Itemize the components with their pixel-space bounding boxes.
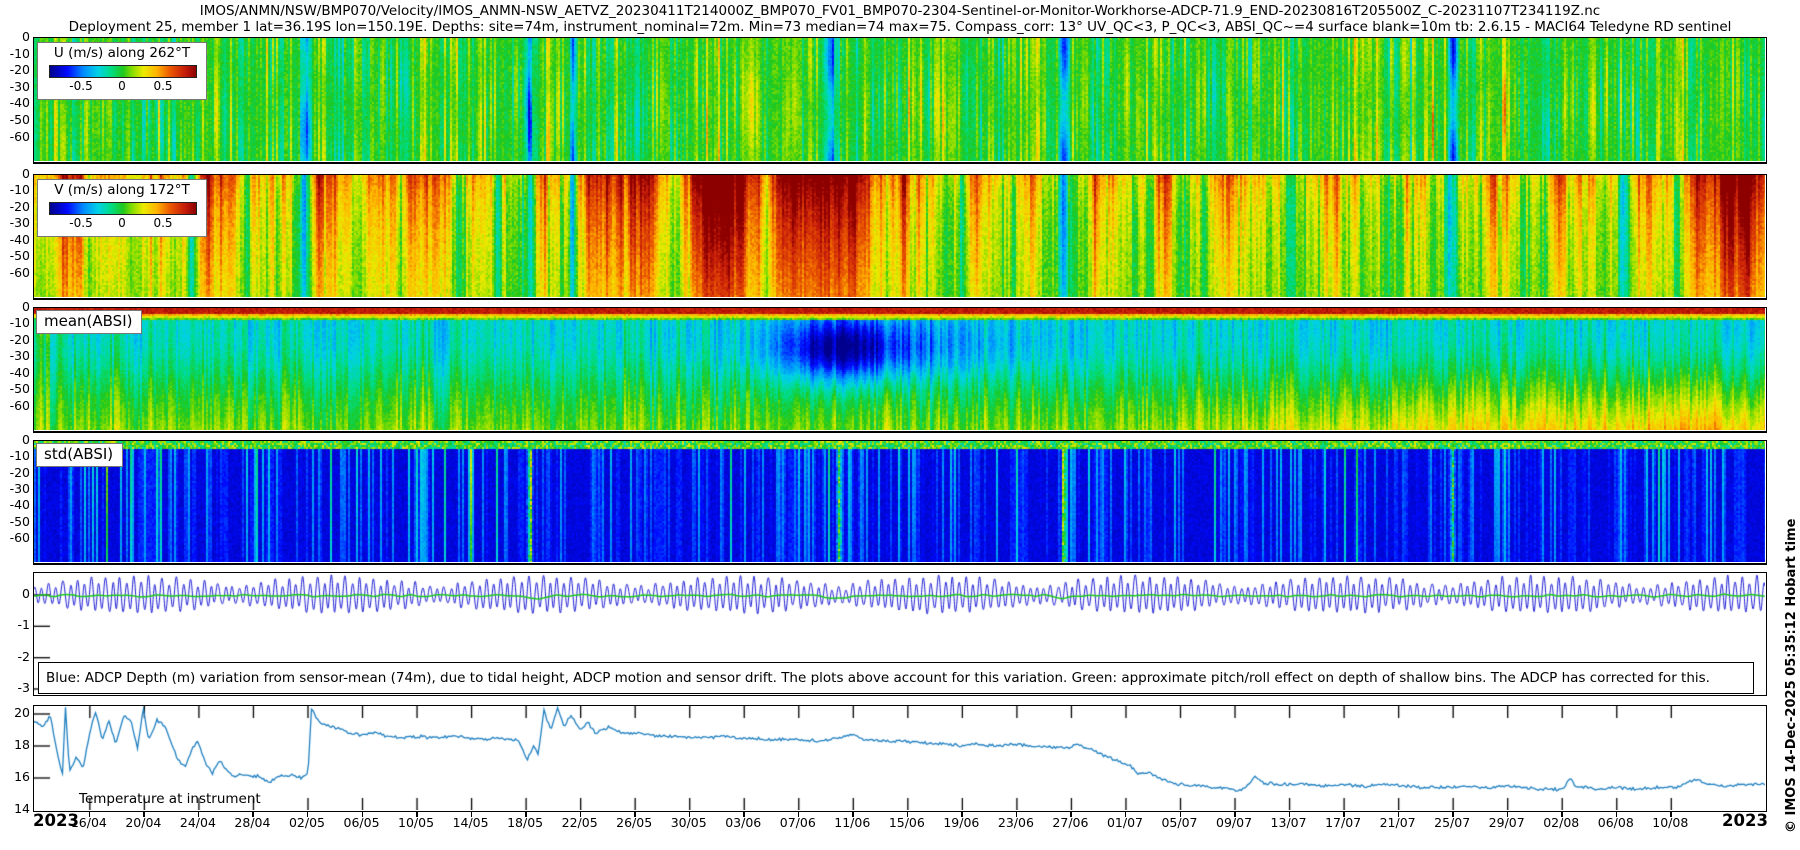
x-tick-label: 27/06 [1042,815,1098,830]
v-legend-box: V (m/s) along 172°T -0.5 0 0.5 [37,179,207,237]
y-tick-label: -50 [0,249,30,263]
panel-u-velocity-heatmap: U (m/s) along 262°T -0.5 0 0.5 [33,37,1767,164]
y-tick-label: 14 [0,802,30,816]
imos-copyright-watermark: © IMOS 14-Dec-2025 05:35:12 Hobart time [1784,519,1799,833]
y-tick-label: 0 [0,587,30,601]
x-tick-label: 21/07 [1370,815,1426,830]
y-tick-label: -10 [0,47,30,61]
temperature-canvas [34,706,1765,810]
u-legend-label: U (m/s) along 262°T [38,45,206,61]
x-tick-label: 02/08 [1533,815,1589,830]
y-tick-label: -10 [0,183,30,197]
y-tick-label: 20 [0,706,30,720]
x-tick-label: 02/05 [279,815,335,830]
y-tick-label: -20 [0,333,30,347]
y-tick-label: 18 [0,738,30,752]
u-colorbar [49,65,197,78]
figure-title-filename: IMOS/ANMN/NSW/BMP070/Velocity/IMOS_ANMN-… [0,3,1800,19]
y-tick-label: -50 [0,382,30,396]
y-tick-label: -30 [0,482,30,496]
panel-temperature: Temperature at instrument [33,705,1767,812]
x-tick-label: 13/07 [1261,815,1317,830]
y-tick-label: 0 [0,300,30,314]
v-legend-label: V (m/s) along 172°T [38,182,206,198]
x-tick-label: 05/07 [1152,815,1208,830]
y-tick-label: -20 [0,200,30,214]
y-tick-label: -20 [0,466,30,480]
y-tick-label: -1 [0,618,30,632]
y-tick-label: -60 [0,531,30,545]
panel-v-velocity-heatmap: V (m/s) along 172°T -0.5 0 0.5 [33,174,1767,300]
y-tick-label: 16 [0,770,30,784]
std-absi-label: std(ABSI) [36,443,123,467]
y-tick-label: -30 [0,80,30,94]
panel-std-absi-heatmap: std(ABSI) [33,440,1767,565]
x-tick-label: 24/04 [170,815,226,830]
y-tick-label: -20 [0,63,30,77]
x-tick-label: 29/07 [1479,815,1535,830]
x-tick-label: 22/05 [552,815,608,830]
y-tick-label: -10 [0,316,30,330]
v-heatmap-canvas [34,175,1765,297]
depth-variation-annotation: Blue: ADCP Depth (m) variation from sens… [38,662,1754,694]
x-axis-year-end: 2023 [1722,811,1767,830]
y-tick-label: -60 [0,266,30,280]
y-tick-label: -40 [0,233,30,247]
x-tick-label: 23/06 [988,815,1044,830]
v-colorbar-tick: 0.5 [153,216,172,230]
adcp-velocity-figure: IMOS/ANMN/NSW/BMP070/Velocity/IMOS_ANMN-… [0,0,1800,850]
u-legend-box: U (m/s) along 262°T -0.5 0 0.5 [37,42,207,100]
v-colorbar [49,202,197,215]
x-tick-label: 20/04 [115,815,171,830]
x-tick-label: 09/07 [1206,815,1262,830]
y-tick-label: -10 [0,449,30,463]
u-colorbar-tick: 0 [118,79,126,93]
x-tick-label: 28/04 [224,815,280,830]
std-absi-heatmap-canvas [34,441,1765,562]
y-tick-label: 0 [0,433,30,447]
y-tick-label: -30 [0,349,30,363]
y-tick-label: -3 [0,681,30,695]
y-tick-label: -2 [0,650,30,664]
x-tick-label: 01/07 [1097,815,1153,830]
u-heatmap-canvas [34,38,1765,161]
x-tick-label: 15/06 [879,815,935,830]
y-tick-label: 0 [0,167,30,181]
y-tick-label: -50 [0,515,30,529]
x-tick-label: 18/05 [497,815,553,830]
y-tick-label: -40 [0,96,30,110]
x-tick-label: 03/06 [715,815,771,830]
x-tick-label: 19/06 [933,815,989,830]
mean-absi-label: mean(ABSI) [36,310,142,334]
u-colorbar-tick: -0.5 [69,79,92,93]
x-tick-label: 10/05 [388,815,444,830]
x-tick-label: 30/05 [661,815,717,830]
y-tick-label: -40 [0,366,30,380]
figure-subtitle-deployment-info: Deployment 25, member 1 lat=36.19S lon=1… [0,19,1800,35]
x-tick-label: 17/07 [1315,815,1371,830]
y-tick-label: 0 [0,30,30,44]
x-tick-label: 26/05 [606,815,662,830]
y-tick-label: -50 [0,113,30,127]
y-tick-label: -40 [0,498,30,512]
x-tick-label: 10/08 [1642,815,1698,830]
u-colorbar-tick: 0.5 [153,79,172,93]
v-colorbar-tick: -0.5 [69,216,92,230]
y-tick-label: -60 [0,399,30,413]
x-tick-label: 06/08 [1588,815,1644,830]
x-tick-label: 14/05 [443,815,499,830]
x-tick-label: 07/06 [770,815,826,830]
mean-absi-heatmap-canvas [34,308,1765,430]
panel-mean-absi-heatmap: mean(ABSI) [33,307,1767,433]
y-tick-label: -60 [0,130,30,144]
temperature-label: Temperature at instrument [79,791,261,807]
x-tick-label: 11/06 [824,815,880,830]
y-tick-label: -30 [0,216,30,230]
x-tick-label: 06/05 [334,815,390,830]
x-tick-label: 16/04 [61,815,117,830]
x-tick-label: 25/07 [1424,815,1480,830]
v-colorbar-tick: 0 [118,216,126,230]
